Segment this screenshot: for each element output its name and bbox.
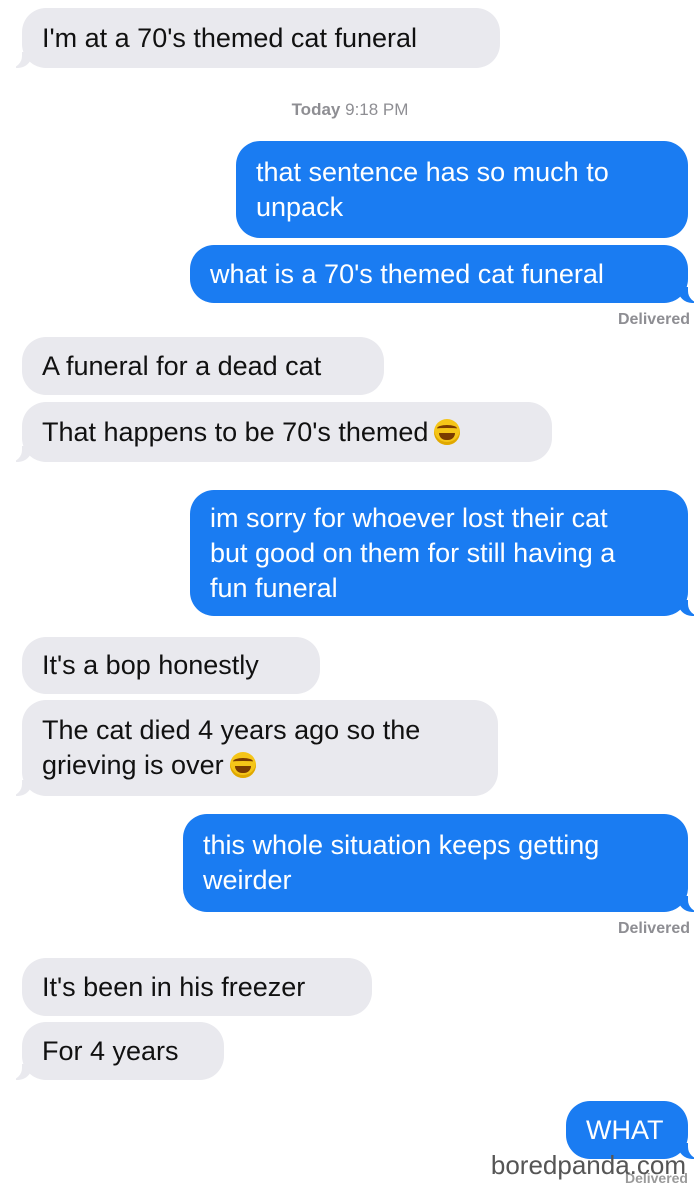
message-text: what is a 70's themed cat funeral <box>210 258 604 289</box>
message-text: I'm at a 70's themed cat funeral <box>42 22 418 53</box>
laughing-tears-emoji-icon <box>434 418 461 445</box>
message-text: but good on them for still having a <box>210 537 616 568</box>
message-text: That happens to be 70's themed <box>42 416 429 447</box>
incoming-message-bubble[interactable]: For 4 years <box>6 1022 224 1080</box>
bubble-tail <box>6 52 32 68</box>
incoming-message-bubble[interactable]: A funeral for a dead cat <box>22 337 384 395</box>
message-text: It's been in his freezer <box>42 971 306 1002</box>
message-text: that sentence has so much to <box>256 156 609 187</box>
bubble-tail <box>678 600 700 616</box>
message-text: weirder <box>203 865 292 895</box>
message-text: grieving is over <box>42 750 224 780</box>
message-text: unpack <box>256 191 344 222</box>
conversation-timestamp: Today 9:18 PM <box>0 100 700 120</box>
message-text: this whole situation keeps getting <box>203 830 600 860</box>
bubble-tail <box>6 446 32 462</box>
message-text: A funeral for a dead cat <box>42 350 322 381</box>
message-text: im sorry for whoever lost their cat <box>210 502 608 533</box>
message-text: The cat died 4 years ago so the <box>42 715 421 745</box>
incoming-message-bubble[interactable]: It's been in his freezer <box>22 958 372 1016</box>
message-text: fun funeral <box>210 572 338 603</box>
delivered-status: Delivered <box>617 311 690 328</box>
message-text: WHAT <box>586 1114 664 1145</box>
incoming-message-bubble[interactable]: That happens to be 70's themed <box>6 402 552 462</box>
watermark: boredpanda.com <box>490 1150 686 1180</box>
message-text: It's a bop honestly <box>42 650 259 680</box>
outgoing-message-bubble[interactable]: this whole situation keeps getting weird… <box>183 814 700 912</box>
bubble-tail <box>6 1064 32 1080</box>
message-text-row: grieving is over <box>42 748 478 783</box>
timestamp-time: 9:18 PM <box>345 100 409 119</box>
bubble-tail <box>678 287 700 303</box>
timestamp-day: Today <box>291 100 341 119</box>
incoming-message-bubble[interactable]: The cat died 4 years ago so the grieving… <box>6 700 498 796</box>
delivered-status: Delivered <box>617 920 690 937</box>
outgoing-message-bubble[interactable]: im sorry for whoever lost their cat but … <box>190 490 700 616</box>
bubble-tail <box>6 780 32 796</box>
incoming-message-bubble[interactable]: I'm at a 70's themed cat funeral <box>6 8 500 68</box>
outgoing-message-bubble[interactable]: what is a 70's themed cat funeral <box>190 245 700 303</box>
laughing-tears-emoji-icon <box>229 752 256 778</box>
message-text: For 4 years <box>42 1035 179 1066</box>
bubble-tail <box>678 896 700 912</box>
outgoing-message-bubble[interactable]: that sentence has so much to unpack <box>236 141 688 238</box>
incoming-message-bubble[interactable]: It's a bop honestly <box>22 637 320 694</box>
message-text-row: That happens to be 70's themed <box>42 415 532 450</box>
